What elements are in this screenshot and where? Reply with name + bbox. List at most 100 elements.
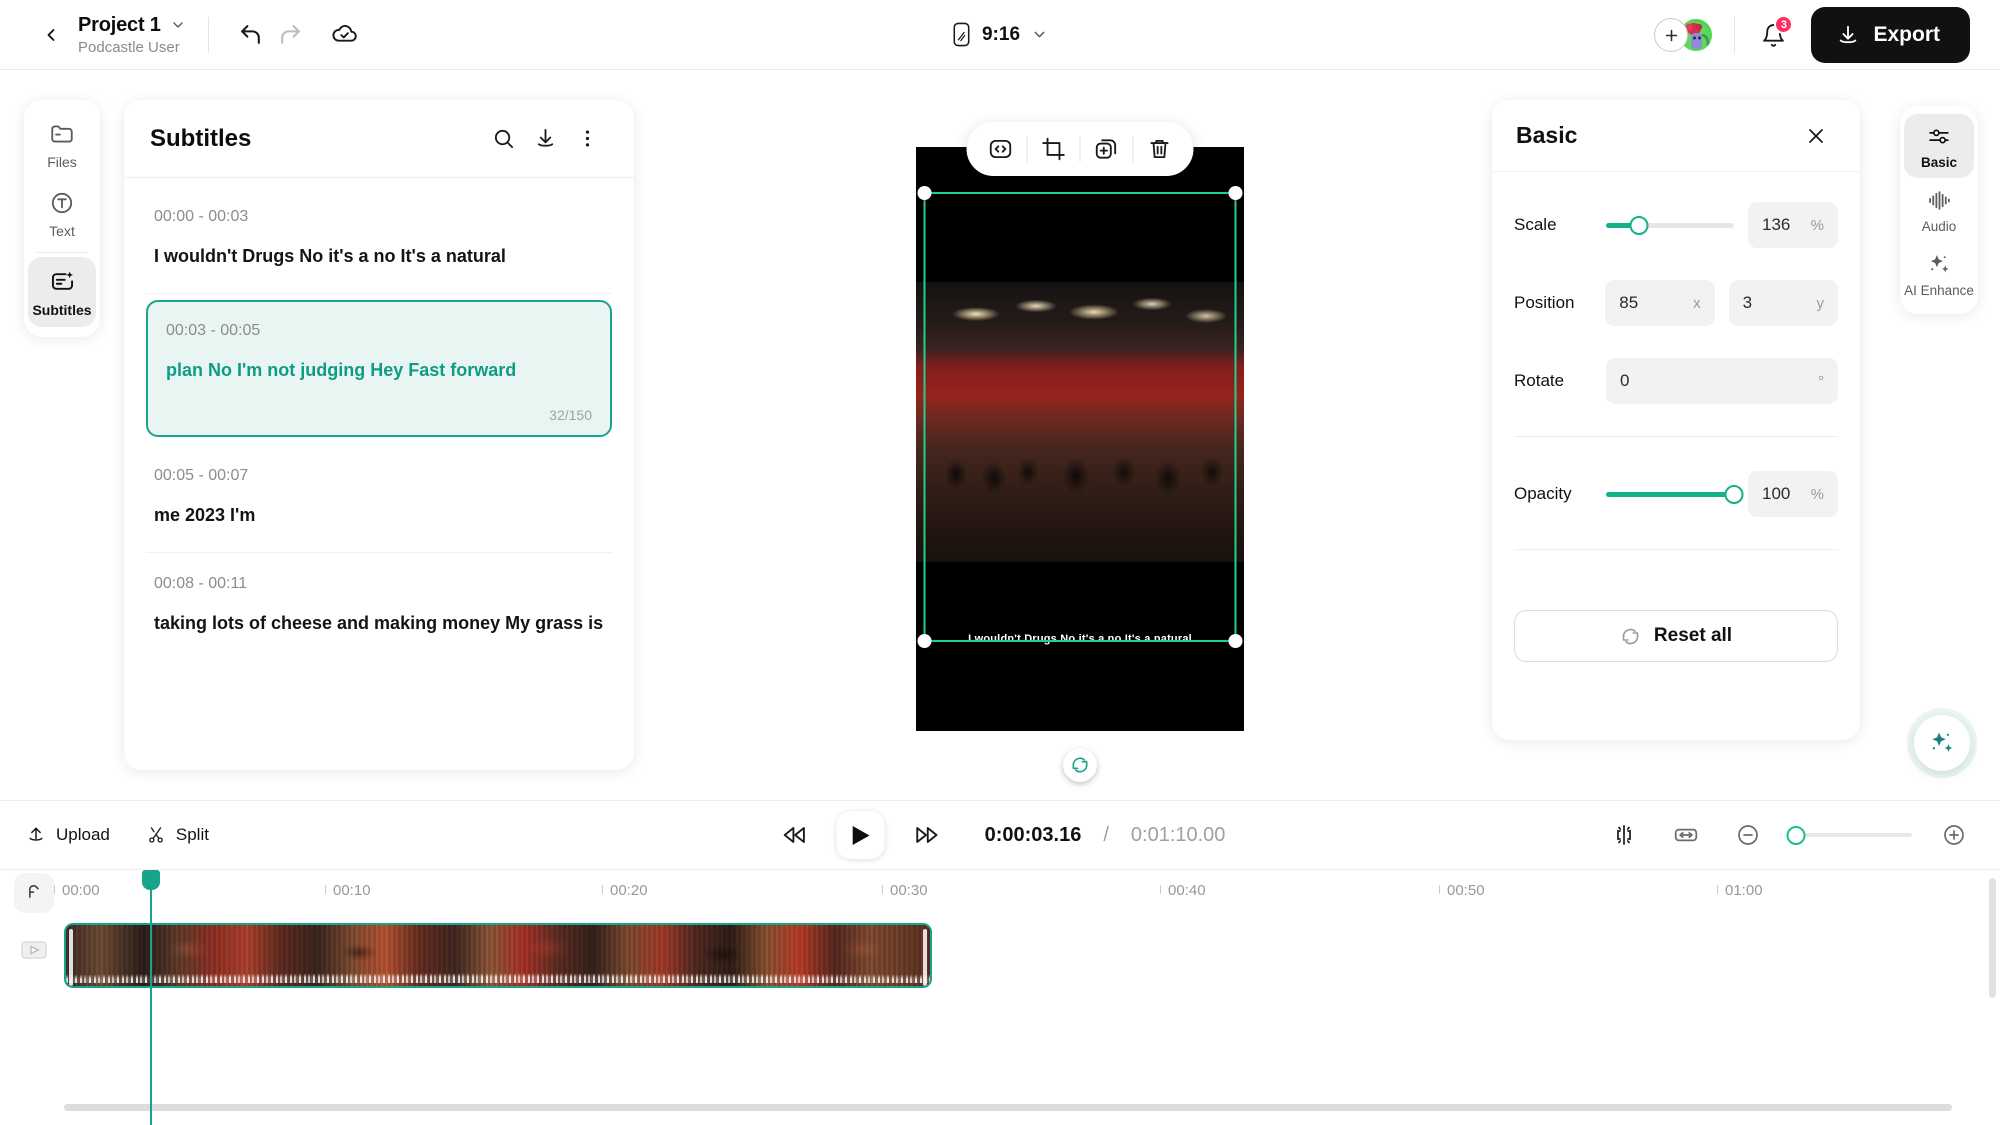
sidebar-item-subtitles[interactable]: Subtitles (28, 257, 96, 327)
scale-row: Scale 136 % (1514, 202, 1838, 248)
opacity-input[interactable]: 100 % (1748, 471, 1838, 517)
reset-all-button[interactable]: Reset all (1514, 610, 1838, 662)
rail-divider (36, 252, 88, 253)
subtitles-panel: Subtitles 00:00 - 00:03 I wouldn't Drugs… (124, 100, 634, 770)
delete-button[interactable] (1134, 123, 1186, 175)
cloud-save-status[interactable] (325, 15, 365, 55)
opacity-row: Opacity 100 % (1514, 471, 1838, 517)
timeline-ruler[interactable]: 00:00 00:10 00:20 00:30 00:40 00:50 01:0… (0, 870, 2000, 914)
transport-controls: 0:00:03.16 / 0:01:10.00 (775, 811, 1225, 859)
scale-input[interactable]: 136 % (1748, 202, 1838, 248)
timeline-horizontal-scrollbar[interactable] (64, 1104, 1952, 1111)
chevron-left-icon (47, 28, 55, 41)
timeline-playhead[interactable] (142, 870, 160, 1125)
tab-ai-enhance[interactable]: AI Enhance (1904, 242, 1974, 306)
position-x-input[interactable]: 85 x (1605, 280, 1715, 326)
page-vertical-scrollbar[interactable] (1989, 878, 1996, 1103)
fast-forward-button[interactable] (907, 815, 947, 855)
time-separator: / (1103, 823, 1109, 846)
scrollbar-thumb[interactable] (64, 1104, 1952, 1111)
caption-overlay[interactable]: I wouldn't Drugs No it's a no It's a nat… (916, 633, 1244, 645)
slider-knob[interactable] (1724, 484, 1744, 504)
flip-button[interactable] (975, 123, 1027, 175)
redo-button[interactable] (271, 15, 311, 55)
position-y-input[interactable]: 3 y (1728, 280, 1838, 326)
crop-button[interactable] (1028, 123, 1080, 175)
back-button[interactable] (38, 22, 64, 48)
tab-basic[interactable]: Basic (1904, 114, 1974, 178)
sidebar-item-files[interactable]: Files (28, 110, 96, 179)
download-icon (537, 128, 553, 147)
subtitles-more-button[interactable] (566, 118, 608, 160)
slider-knob[interactable] (1786, 825, 1806, 845)
flip-horizontal-icon (989, 139, 1012, 159)
subtitle-text[interactable]: me 2023 I'm (154, 502, 604, 528)
fast-forward-icon (916, 827, 938, 843)
scrollbar-thumb[interactable] (1989, 878, 1996, 998)
zoom-in-button[interactable] (1934, 815, 1974, 855)
snap-icon (1617, 825, 1631, 845)
duplicate-button[interactable] (1081, 123, 1133, 175)
aspect-ratio-label: 9:16 (981, 23, 1021, 45)
list-item-selected[interactable]: 00:03 - 00:05 plan No I'm not judging He… (146, 300, 612, 438)
slider-fill (1606, 491, 1734, 497)
sidebar-item-label: Text (49, 223, 75, 239)
zoom-out-button[interactable] (1728, 815, 1768, 855)
project-info: Project 1 Podcastle User (78, 14, 186, 56)
fit-to-width-button[interactable] (1666, 815, 1706, 855)
subtitles-download-button[interactable] (524, 118, 566, 160)
refresh-icon (1622, 628, 1639, 644)
rotate-input[interactable]: 0 ° (1606, 358, 1838, 404)
subtitle-text[interactable]: taking lots of cheese and making money M… (154, 610, 604, 636)
scissors-icon (149, 827, 163, 843)
top-header-bar: Project 1 Podcastle User 9:16 3 Export (0, 0, 2000, 70)
chevron-down-icon (1034, 31, 1045, 38)
minus-circle-icon (1738, 825, 1758, 845)
aspect-ratio-selector[interactable]: 9:16 (952, 22, 1048, 47)
close-panel-button[interactable] (1796, 116, 1836, 156)
play-button[interactable] (836, 811, 885, 859)
close-icon (1809, 128, 1823, 143)
upload-button[interactable]: Upload (26, 825, 110, 845)
subtitle-text[interactable]: plan No I'm not judging Hey Fast forward (166, 357, 592, 383)
split-button[interactable]: Split (146, 825, 209, 845)
list-item[interactable]: 00:08 - 00:11 taking lots of cheese and … (146, 553, 612, 660)
phone-portrait-icon (953, 22, 970, 47)
resize-handle-bottom-right[interactable] (1228, 634, 1243, 648)
scale-slider[interactable] (1606, 215, 1734, 235)
snap-toggle-button[interactable] (1604, 815, 1644, 855)
clip-trim-handle-right[interactable] (923, 929, 927, 986)
selection-floating-toolbar (966, 122, 1194, 176)
table-row[interactable] (64, 923, 932, 988)
rotate-handle[interactable] (1063, 748, 1097, 782)
resize-handle-bottom-left[interactable] (917, 634, 932, 648)
clip-trim-handle-left[interactable] (69, 929, 73, 986)
ai-assistant-fab[interactable] (1914, 715, 1970, 771)
tab-audio[interactable]: Audio (1904, 178, 1974, 242)
list-item[interactable]: 00:05 - 00:07 me 2023 I'm (146, 445, 612, 554)
subtitle-text[interactable]: I wouldn't Drugs No it's a no It's a nat… (154, 243, 604, 269)
video-preview-canvas[interactable]: I wouldn't Drugs No it's a no It's a nat… (916, 147, 1244, 731)
position-x-unit: x (1693, 294, 1701, 312)
export-button[interactable]: Export (1811, 7, 1970, 63)
playhead-handle[interactable] (142, 870, 160, 890)
slider-knob[interactable] (1629, 215, 1649, 235)
resize-handle-top-left[interactable] (917, 186, 932, 200)
rewind-button[interactable] (775, 815, 815, 855)
tab-label: Audio (1921, 219, 1957, 234)
sparkles-icon (1930, 255, 1949, 273)
resize-handle-top-right[interactable] (1228, 186, 1243, 200)
project-owner: Podcastle User (78, 38, 180, 56)
opacity-slider[interactable] (1606, 484, 1744, 504)
notifications-button[interactable]: 3 (1753, 15, 1794, 55)
timeline-zoom-slider[interactable] (1786, 825, 1912, 845)
subtitles-list[interactable]: 00:00 - 00:03 I wouldn't Drugs No it's a… (124, 178, 634, 770)
subtitles-search-button[interactable] (482, 118, 524, 160)
playback-toolbar: Upload Split 0:00:03.16 / 0:01:10.00 (0, 800, 2000, 870)
undo-button[interactable] (231, 15, 271, 55)
chevron-down-icon[interactable] (170, 17, 186, 33)
preview-stage: I wouldn't Drugs No it's a no It's a nat… (660, 100, 1500, 782)
sidebar-item-text[interactable]: Text (28, 179, 96, 248)
list-item[interactable]: 00:00 - 00:03 I wouldn't Drugs No it's a… (146, 186, 612, 295)
panel-title: Subtitles (150, 124, 252, 152)
